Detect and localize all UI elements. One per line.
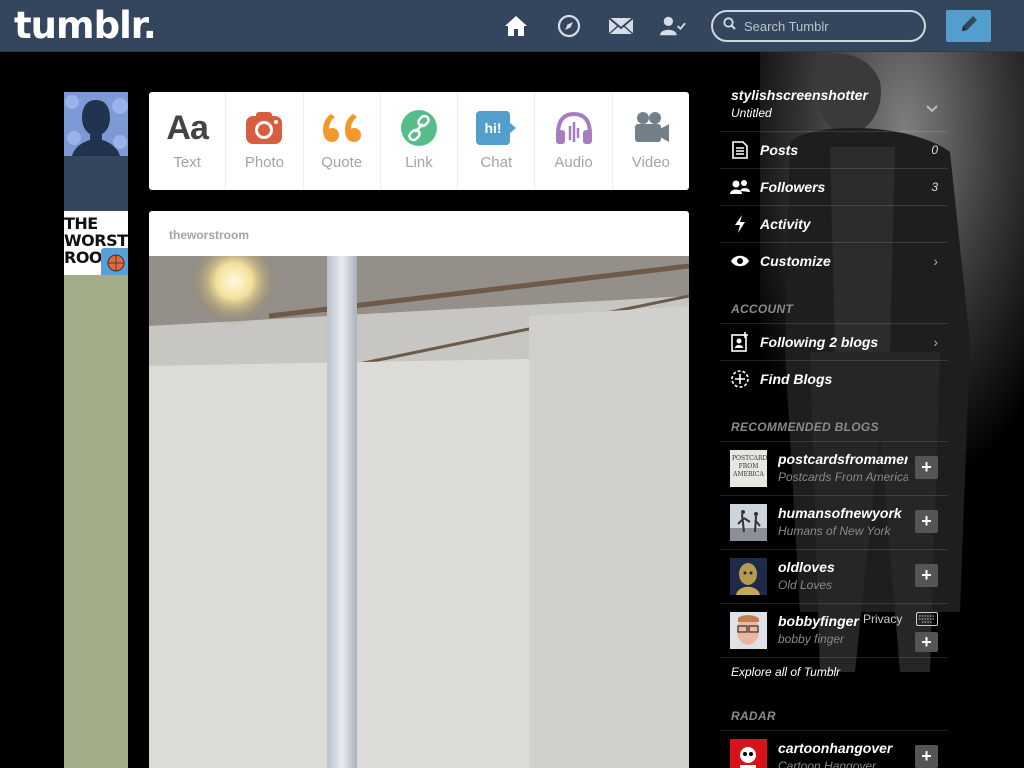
post-type-chat[interactable]: hi! Chat	[458, 92, 536, 190]
recommended-blog-title: Postcards From America	[778, 470, 908, 484]
postcards-avatar: POSTCARDS FROM AMERICA	[730, 450, 767, 487]
compose-pencil-icon	[959, 14, 979, 39]
sidebar-item-label: Find Blogs	[760, 370, 833, 387]
headphones-icon	[554, 108, 594, 148]
mail-icon[interactable]	[608, 13, 634, 39]
account-heading: ACCOUNT	[731, 302, 794, 316]
tumblr-logo[interactable]: tumblr.	[14, 4, 157, 47]
activity-bolt-icon	[720, 214, 760, 233]
sidebar-item-following[interactable]: Following 2 blogs ›	[720, 323, 948, 359]
chevron-right-icon: ›	[933, 333, 938, 350]
chevron-down-icon[interactable]	[926, 102, 938, 116]
account-icon[interactable]	[660, 13, 686, 39]
post-type-label: Video	[631, 154, 670, 171]
dashboard-post: theworstroom	[149, 211, 689, 768]
follow-plus-button[interactable]: +	[915, 564, 938, 587]
sidebar-item-posts[interactable]: Posts 0	[720, 131, 948, 167]
camera-icon	[245, 108, 283, 148]
followers-count: 3	[931, 179, 938, 194]
chevron-right-icon: ›	[933, 252, 938, 269]
cartoonhangover-avatar	[730, 739, 767, 768]
top-nav-bar: tumblr.	[0, 0, 1024, 52]
sidebar-item-followers[interactable]: Followers 3	[720, 168, 948, 204]
posts-count: 0	[931, 142, 938, 157]
link-icon	[400, 108, 438, 148]
sidebar-blog-subtitle: Untitled	[731, 106, 772, 120]
recommended-blog-title: bobby finger	[778, 632, 845, 646]
search-box[interactable]	[711, 10, 926, 42]
post-type-label: Quote	[321, 154, 363, 171]
text-aa-icon: Aa	[166, 108, 208, 147]
recommended-blog-name[interactable]: humansofnewyork	[778, 505, 908, 521]
sidebar-item-label: Posts	[760, 141, 799, 158]
posts-icon	[720, 140, 760, 159]
followers-icon	[720, 179, 760, 195]
recommended-blog-name[interactable]: oldloves	[778, 559, 908, 575]
eye-icon	[720, 255, 760, 267]
radar-blog-row[interactable]: cartoonhangover Cartoon Hangover +	[720, 730, 948, 768]
follow-plus-button[interactable]: +	[915, 745, 938, 768]
oldloves-avatar	[730, 558, 767, 595]
sidebar-item-label: Customize	[760, 252, 831, 269]
sidebar-item-label: Activity	[760, 215, 811, 232]
post-type-bar: Aa Text Photo Quote Link hi! Chat Audio	[149, 92, 689, 190]
recommended-blog-title: Humans of New York	[778, 524, 891, 538]
search-icon	[723, 17, 736, 35]
sidebar-item-activity[interactable]: Activity	[720, 205, 948, 241]
radar-blog-name[interactable]: cartoonhangover	[778, 740, 908, 756]
recommended-blog-row[interactable]: humansofnewyork Humans of New York +	[720, 495, 948, 549]
radar-blog-title: Cartoon Hangover	[778, 759, 877, 768]
follow-plus-button[interactable]: +	[915, 510, 938, 533]
radar-heading: RADAR	[731, 709, 776, 723]
quote-icon	[321, 108, 363, 148]
post-blog-name[interactable]: theworstroom	[149, 211, 689, 256]
post-avatar-column	[64, 275, 128, 768]
post-photo[interactable]	[149, 256, 689, 768]
post-type-label: Link	[405, 154, 433, 171]
privacy-link[interactable]: Privacy	[863, 612, 902, 626]
recommended-blog-row[interactable]: oldloves Old Loves +	[720, 549, 948, 603]
theworstroom-avatar[interactable]: THE WORST ROOM	[64, 211, 128, 275]
sidebar-item-find-blogs[interactable]: Find Blogs	[720, 360, 948, 396]
post-type-video[interactable]: Video	[613, 92, 689, 190]
home-icon[interactable]	[503, 13, 529, 39]
basketball-badge-icon	[101, 248, 128, 275]
follow-plus-button[interactable]: +	[915, 456, 938, 479]
video-camera-icon	[632, 108, 670, 148]
compose-button[interactable]	[946, 10, 991, 42]
bobbyfinger-avatar	[730, 612, 767, 649]
recommended-blog-row[interactable]: bobbyfinger bobby finger Privacy +	[720, 603, 948, 657]
post-type-quote[interactable]: Quote	[304, 92, 381, 190]
sidebar-item-label: Following 2 blogs	[760, 333, 879, 350]
search-input[interactable]	[744, 18, 914, 34]
recommended-heading: RECOMMENDED BLOGS	[731, 420, 879, 434]
post-type-text[interactable]: Aa Text	[149, 92, 227, 190]
explore-all-link[interactable]: Explore all of Tumblr	[731, 665, 840, 679]
my-avatar[interactable]	[64, 92, 128, 156]
sidebar-item-customize[interactable]: Customize ›	[720, 242, 948, 278]
post-type-label: Chat	[480, 154, 513, 171]
sidebar-blog-name[interactable]: stylishscreenshotter	[731, 87, 868, 103]
explore-compass-icon[interactable]	[556, 13, 582, 39]
svg-text:hi!: hi!	[485, 120, 502, 136]
humansofnewyork-avatar	[730, 504, 767, 541]
find-blogs-icon	[720, 369, 760, 389]
post-type-label: Audio	[554, 154, 593, 171]
post-type-photo[interactable]: Photo	[226, 92, 304, 190]
follow-plus-button[interactable]: +	[915, 632, 938, 652]
chat-icon: hi!	[475, 108, 517, 148]
post-type-label: Text	[173, 154, 201, 171]
post-type-audio[interactable]: Audio	[535, 92, 613, 190]
following-icon	[720, 331, 760, 352]
postcards-avatar-text: POSTCARDS FROM AMERICA	[732, 455, 767, 478]
post-type-link[interactable]: Link	[381, 92, 459, 190]
sidebar-item-label: Followers	[760, 178, 826, 195]
post-type-label: Photo	[244, 154, 285, 171]
recommended-blog-title: Old Loves	[778, 578, 833, 592]
recommended-blog-row[interactable]: POSTCARDS FROM AMERICA postcardsfromamer…	[720, 441, 948, 495]
recommended-blog-name[interactable]: postcardsfromamerica	[778, 451, 908, 467]
keyboard-icon[interactable]	[916, 612, 938, 631]
